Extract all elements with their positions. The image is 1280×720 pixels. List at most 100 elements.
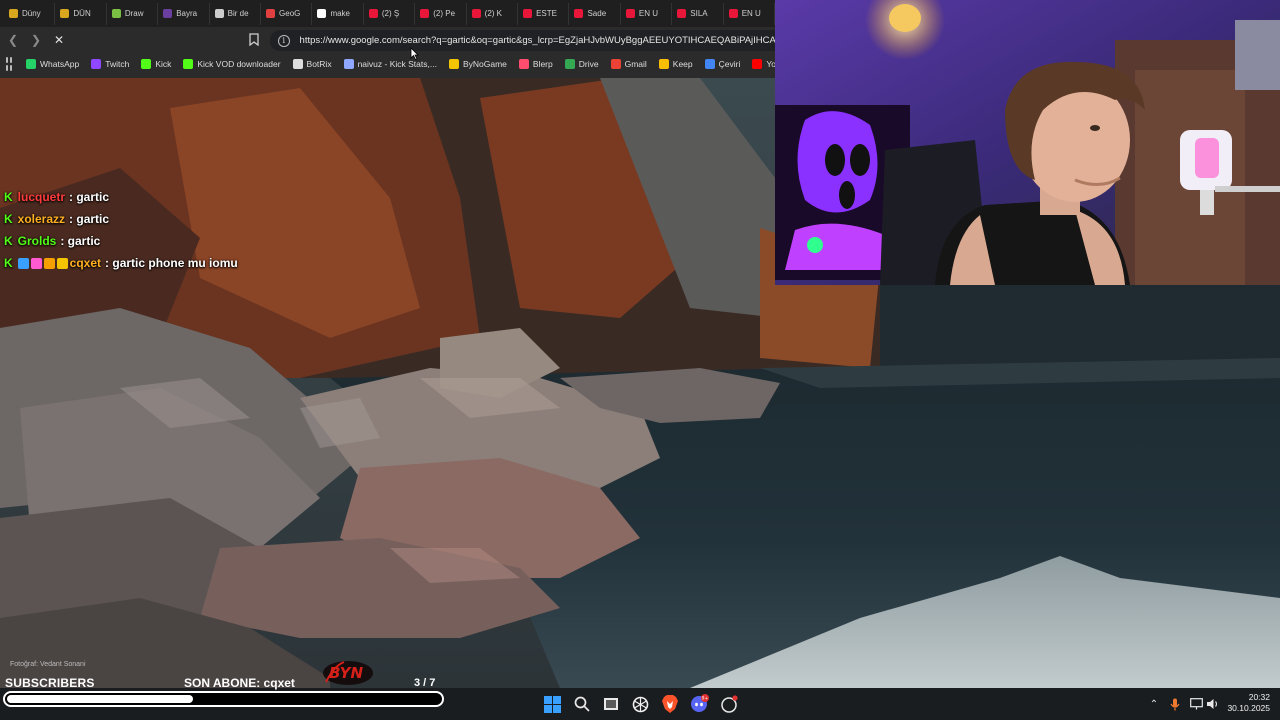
bookmark-blerp[interactable]: Blerp xyxy=(518,58,553,69)
blerp-icon xyxy=(518,58,529,69)
bookmark-page-button[interactable] xyxy=(247,31,261,47)
bookmark-bynogame[interactable]: ByNoGame xyxy=(448,58,507,69)
browser-tab[interactable]: Bir de xyxy=(210,2,262,25)
browser-tab[interactable]: Düny xyxy=(4,2,56,25)
browser-tab[interactable]: EN U xyxy=(621,2,673,25)
tab-label: GeoG xyxy=(279,9,301,18)
tab-favicon-icon xyxy=(111,9,121,18)
address-bar[interactable]: i https://www.google.com/search?q=gartic… xyxy=(270,30,775,51)
chat-message: Kxolerazz: gartic xyxy=(4,208,238,230)
tab-favicon-icon xyxy=(471,9,481,18)
svg-text:9+: 9+ xyxy=(702,696,709,702)
bookmark-label: Blerp xyxy=(532,58,553,69)
forward-button[interactable]: ❯ xyxy=(26,30,46,50)
address-bar-url[interactable]: https://www.google.com/search?q=gartic&o… xyxy=(300,35,775,46)
browser-tab[interactable]: Bayra xyxy=(158,2,210,25)
chat-message: K Grolds: gartic xyxy=(4,230,238,252)
twitch-icon xyxy=(91,58,102,69)
windows-start-icon xyxy=(543,695,561,713)
bookmark-keep[interactable]: Keep xyxy=(658,58,693,69)
display-tray-button[interactable] xyxy=(1189,697,1203,711)
chevron-up-icon: ⌃ xyxy=(1149,698,1159,710)
chat-text: : gartic xyxy=(69,212,110,226)
discord-icon: 9+ xyxy=(691,694,709,712)
start-button[interactable] xyxy=(542,694,562,714)
forward-arrow-icon: ❯ xyxy=(30,33,42,47)
site-info-icon[interactable]: i xyxy=(278,34,290,47)
bookmark-twitch[interactable]: Twitch xyxy=(91,58,129,69)
bookmark-drive[interactable]: Drive xyxy=(564,58,599,69)
bookmark-whatsapp[interactable]: WhatsApp xyxy=(26,58,79,69)
chat-username: Grolds xyxy=(17,234,57,248)
number-one-icon xyxy=(43,257,55,269)
tab-label: (2) Ş xyxy=(381,9,400,18)
chat-username: lucquetr xyxy=(17,190,66,204)
tab-favicon-icon xyxy=(317,9,327,18)
task-view-button[interactable] xyxy=(601,694,621,714)
bookmark-icon xyxy=(249,32,259,46)
bookmark-label: Kick xyxy=(155,58,172,69)
browser-tab[interactable]: EN U xyxy=(724,2,776,25)
browser-tab[interactable]: make xyxy=(312,2,364,25)
browser-tab[interactable]: (2) K xyxy=(467,2,519,25)
browser-tab[interactable]: Draw xyxy=(107,2,159,25)
tab-label: Draw xyxy=(124,9,144,18)
tab-label: (2) K xyxy=(484,9,502,18)
svg-text:BYN: BYN xyxy=(329,664,363,682)
gift-icon xyxy=(30,257,42,269)
browser-tab[interactable]: (2) Ş xyxy=(364,2,416,25)
show-hidden-icons-button[interactable]: ⌃ xyxy=(1147,697,1161,711)
translate-icon xyxy=(704,58,715,69)
browser-tab[interactable]: (2) Pe xyxy=(415,2,467,25)
drive-icon xyxy=(564,58,575,69)
back-button[interactable]: ❮ xyxy=(3,30,23,50)
bookmark--eviri[interactable]: Çeviri xyxy=(704,58,741,69)
clock-date: 30.10.2025 xyxy=(1227,703,1270,713)
tab-label: SILA xyxy=(690,9,708,18)
mouse-cursor-icon xyxy=(410,47,419,60)
bookmark-naivuz-kick-stats[interactable]: naivuz - Kick Stats,... xyxy=(343,58,437,69)
taskbar-app-steam[interactable] xyxy=(719,694,739,714)
bookmark-label: Gmail xyxy=(624,58,647,69)
apps-grid-icon[interactable] xyxy=(6,56,12,71)
verified-icon xyxy=(17,257,29,269)
tab-favicon-icon xyxy=(368,9,378,18)
taskbar-app-brave[interactable] xyxy=(660,694,680,714)
volume-tray-button[interactable] xyxy=(1205,697,1219,711)
browser-tab[interactable]: DÜN xyxy=(55,2,107,25)
browser-tab[interactable]: ESTE xyxy=(518,2,570,25)
taskbar-app-chatgpt[interactable] xyxy=(630,694,650,714)
tab-favicon-icon xyxy=(266,9,276,18)
tab-label: EN U xyxy=(741,9,761,18)
bookmark-kick-vod-downloader[interactable]: Kick VOD downloader xyxy=(183,58,281,69)
tab-favicon-icon xyxy=(523,9,533,18)
browser-window: Düny DÜN Draw Bayra Bir de GeoG make (2) Ş (2) P… xyxy=(0,0,800,78)
tab-label: make xyxy=(330,9,350,18)
microphone-tray-button[interactable] xyxy=(1168,697,1182,711)
brave-icon xyxy=(662,695,678,713)
browser-tab[interactable]: GeoG xyxy=(261,2,313,25)
taskbar-search-button[interactable] xyxy=(572,694,592,714)
back-arrow-icon: ❮ xyxy=(7,33,19,47)
tab-favicon-icon xyxy=(9,9,18,18)
taskbar-app-discord[interactable]: 9+ xyxy=(689,694,709,714)
photo-credit: Fotoğraf: Vedant Sonani xyxy=(10,661,86,668)
tab-favicon-icon xyxy=(625,9,635,18)
kick-icon xyxy=(183,58,194,69)
stop-loading-button[interactable]: ✕ xyxy=(49,30,69,50)
kick-icon: K xyxy=(4,256,13,270)
keep-icon xyxy=(658,58,669,69)
browser-tab[interactable]: Sade xyxy=(569,2,621,25)
system-clock[interactable]: 20:32 30.10.2025 xyxy=(1222,692,1270,714)
byn-logo: BYN xyxy=(322,656,374,686)
youtube-icon xyxy=(752,58,763,69)
bookmark-kick[interactable]: Kick xyxy=(141,58,172,69)
bookmark-gmail[interactable]: Gmail xyxy=(610,58,647,69)
kick-icon: K xyxy=(4,212,13,226)
bookmark-botrix[interactable]: BotRix xyxy=(292,58,332,69)
browser-tab[interactable]: SILA xyxy=(672,2,724,25)
bookmark-label: Keep xyxy=(672,58,693,69)
clock-time: 20:32 xyxy=(1248,692,1270,702)
bookmark-label: Çeviri xyxy=(718,58,741,69)
chat-text: : gartic phone mu iomu xyxy=(105,256,238,270)
